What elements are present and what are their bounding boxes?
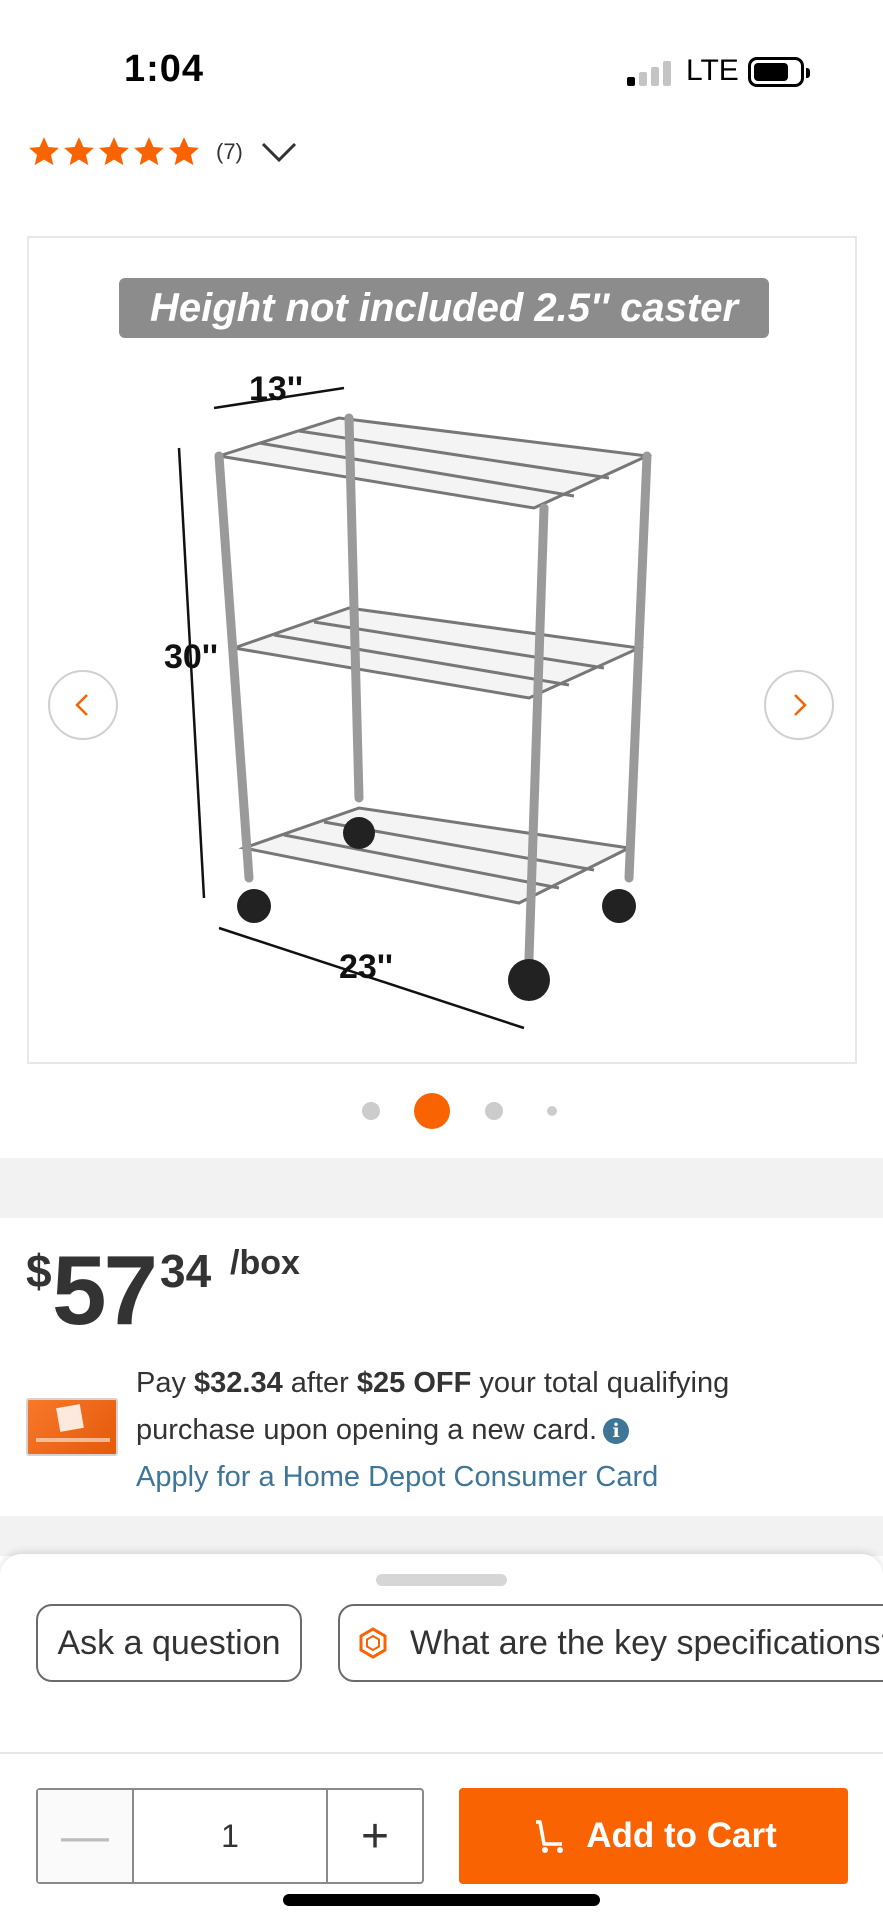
star-icon [99,137,129,166]
price-currency: $ [26,1245,52,1297]
review-count[interactable]: (7) [216,139,243,165]
rating-summary[interactable]: (7) [27,132,299,172]
length-label: 23'' [339,948,393,986]
chevron-right-icon [794,694,807,716]
chevron-left-icon [75,694,88,716]
sheet-grabber[interactable] [376,1574,507,1586]
star-icon [169,137,199,166]
credit-card-image [26,1398,118,1456]
ask-question-chip[interactable]: Ask a question [36,1604,302,1682]
home-indicator[interactable] [283,1894,600,1906]
star-icon [29,137,59,166]
section-divider [0,1516,883,1556]
offer-description: Pay $32.34 after $25 OFF your total qual… [136,1367,730,1493]
product-image[interactable]: 13'' 30'' 23'' Height not included 2.5''… [27,236,857,1064]
star-icon [64,137,94,166]
price-dollars: 57 [52,1235,158,1345]
add-to-cart-label: Add to Cart [586,1816,777,1855]
apply-card-link[interactable]: Apply for a Home Depot Consumer Card [136,1461,658,1493]
quantity-stepper: — 1 + [36,1788,424,1884]
star-icon [134,137,164,166]
carousel-dot-active[interactable] [414,1093,450,1129]
decrease-quantity-button[interactable]: — [38,1790,132,1882]
chevron-down-icon[interactable] [259,137,299,167]
assistant-sheet: Ask a question What are the key specific… [0,1554,883,1754]
status-bar: 1:04 LTE [0,0,883,130]
quantity-input[interactable]: 1 [132,1790,328,1882]
network-type: LTE [686,54,739,87]
key-specifications-label: What are the key specifications? [410,1623,883,1662]
width-label: 13'' [249,370,303,408]
price-cents: 34 [160,1245,212,1297]
add-to-cart-button[interactable]: Add to Cart [459,1788,848,1884]
battery-icon [748,57,810,87]
info-icon[interactable]: i [603,1418,630,1445]
carousel-dot[interactable] [362,1102,380,1120]
key-specifications-chip[interactable]: What are the key specifications? [338,1604,883,1682]
carousel-pagination [0,1090,883,1130]
previous-image-button[interactable] [48,670,118,740]
image-caption: Height not included 2.5'' caster [119,278,769,338]
credit-card-offer: Pay $32.34 after $25 OFF your total qual… [26,1360,866,1500]
carousel-dot[interactable] [485,1102,503,1120]
height-label: 30'' [164,638,218,676]
cellular-signal-icon [627,60,673,86]
status-time: 1:04 [124,48,205,90]
next-image-button[interactable] [764,670,834,740]
product-image-gallery: 13'' 30'' 23'' Height not included 2.5''… [0,208,883,1158]
increase-quantity-button[interactable]: + [328,1790,422,1882]
wire-shelf-illustration: 13'' 30'' 23'' [164,370,653,1030]
cart-icon [536,1820,564,1853]
carousel-dot[interactable] [547,1106,557,1116]
hexagon-ai-icon [359,1627,387,1659]
section-divider [0,1158,883,1218]
offer-pay-amount: $32.34 [194,1367,283,1399]
price-unit: /box [230,1244,300,1282]
offer-discount: $25 OFF [356,1367,472,1399]
